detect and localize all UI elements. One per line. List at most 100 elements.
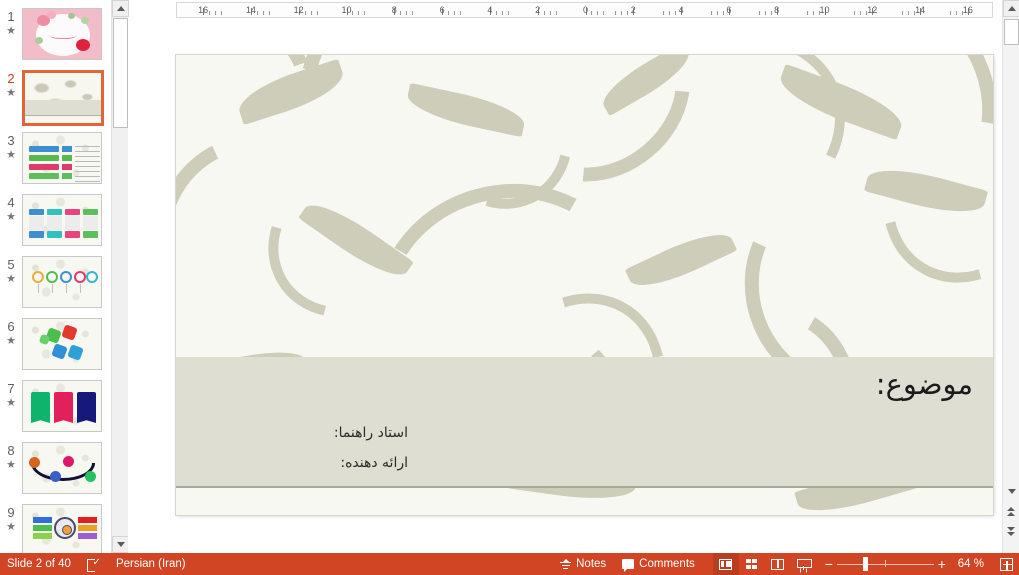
ruler-label: 16 xyxy=(962,5,973,15)
ruler-tick-minor xyxy=(764,11,766,15)
ruler-label: 16 xyxy=(198,5,209,15)
slide-thumbnail-5[interactable]: 5 ★ xyxy=(0,256,111,318)
thumb-frame-1[interactable] xyxy=(22,8,102,60)
next-slide-button[interactable] xyxy=(1003,523,1019,540)
reading-view-button[interactable] xyxy=(765,553,791,575)
slide-thumbnail-6[interactable]: 6 ★ xyxy=(0,318,111,380)
ruler-label: 14 xyxy=(245,5,256,15)
slide-scroll-down-button[interactable] xyxy=(1003,483,1019,500)
ruler-label: 10 xyxy=(819,5,830,15)
ruler-tick-minor xyxy=(507,11,509,15)
scroll-up-arrow-icon xyxy=(1007,6,1016,11)
ruler-tick-minor xyxy=(316,11,318,15)
thumb-art-8 xyxy=(23,443,101,493)
thumb-art-4 xyxy=(23,195,101,245)
slide-show-button[interactable] xyxy=(791,553,817,575)
thumb-art-9 xyxy=(23,505,101,553)
spelling-check-button[interactable] xyxy=(79,553,108,575)
slide-editing-area[interactable]: موضوع: استاد راهنما: ارائه دهنده: xyxy=(128,20,995,553)
thumb-number-7: 7 xyxy=(7,381,15,396)
slide-sorter-view-button[interactable] xyxy=(739,553,765,575)
thumb-number-1: 1 xyxy=(7,9,15,24)
ruler-tick-minor xyxy=(400,11,402,15)
slide-scroll-up-button[interactable] xyxy=(1003,0,1019,17)
thumb-meta-5: 5 ★ xyxy=(0,256,22,318)
slide-thumbnail-pane[interactable]: 1 ★ 2 ★ 3 ★ 4 ★ 5 ★ 6 ★ 7 ★ 8 ★ 9 ★ xyxy=(0,0,111,553)
comment-bubble-icon xyxy=(622,559,635,572)
previous-slide-button[interactable] xyxy=(1003,503,1019,520)
ruler-tick-minor xyxy=(818,11,820,15)
thumb-frame-5[interactable] xyxy=(22,256,102,308)
thumb-frame-7[interactable] xyxy=(22,380,102,432)
ruler-tick-minor xyxy=(758,11,760,15)
slide-thumbnail-2[interactable]: 2 ★ xyxy=(0,70,111,132)
language-indicator[interactable]: Persian (Iran) xyxy=(108,553,194,575)
slide-thumbnail-8[interactable]: 8 ★ xyxy=(0,442,111,504)
thumb-meta-9: 9 ★ xyxy=(0,504,22,553)
slide-scrollbar-thumb[interactable] xyxy=(1004,19,1019,45)
thumb-star-icon-1: ★ xyxy=(6,25,16,37)
ruler-label: 12 xyxy=(867,5,878,15)
spelling-check-icon xyxy=(86,557,101,572)
thumb-frame-3[interactable] xyxy=(22,132,102,184)
thumb-frame-4[interactable] xyxy=(22,194,102,246)
zoom-out-button[interactable]: − xyxy=(821,557,837,571)
thumb-frame-9[interactable] xyxy=(22,504,102,553)
ruler-tick-minor xyxy=(364,11,366,15)
slide-thumbnail-1[interactable]: 1 ★ xyxy=(0,8,111,70)
thumbnail-scroll-down-button[interactable] xyxy=(112,536,129,553)
thumb-art-2 xyxy=(25,73,101,123)
ruler-tick-minor xyxy=(352,11,354,15)
slide-thumbnail-7[interactable]: 7 ★ xyxy=(0,380,111,442)
ruler-tick-minor xyxy=(495,11,497,15)
notes-button[interactable]: Notes xyxy=(552,553,614,575)
supervisor-line[interactable]: استاد راهنما: xyxy=(334,425,408,441)
thumb-art-1 xyxy=(23,9,101,59)
thumb-meta-7: 7 ★ xyxy=(0,380,22,442)
zoom-in-button[interactable]: + xyxy=(934,557,950,571)
thumb-star-icon-3: ★ xyxy=(6,149,16,161)
slide-indicator-label: Slide 2 of 40 xyxy=(7,558,71,570)
language-label: Persian (Iran) xyxy=(115,558,186,570)
thumbnail-pane-scrollbar[interactable] xyxy=(111,0,129,553)
slide-thumbnail-4[interactable]: 4 ★ xyxy=(0,194,111,256)
thumb-number-3: 3 xyxy=(7,133,15,148)
zoom-percentage[interactable]: 64 % xyxy=(950,558,992,570)
thumb-star-icon-5: ★ xyxy=(6,273,16,285)
thumb-number-5: 5 xyxy=(7,257,15,272)
thumb-frame-6[interactable] xyxy=(22,318,102,370)
thumb-frame-8[interactable] xyxy=(22,442,102,494)
zoom-slider[interactable] xyxy=(836,553,934,575)
fit-to-window-icon xyxy=(1000,557,1013,571)
ruler-tick-minor xyxy=(448,11,450,15)
presenter-line[interactable]: ارائه دهنده: xyxy=(340,455,408,471)
thumb-number-8: 8 xyxy=(7,443,15,458)
ruler-label: 6 xyxy=(439,5,445,15)
slide-thumbnail-3[interactable]: 3 ★ xyxy=(0,132,111,194)
scroll-down-arrow-icon xyxy=(1007,489,1016,494)
ruler-tick-minor xyxy=(908,11,910,15)
zoom-slider-thumb[interactable] xyxy=(862,557,868,571)
thumbnail-scroll-up-button[interactable] xyxy=(112,0,129,17)
scroll-down-arrow-icon xyxy=(116,542,125,547)
horizontal-ruler[interactable]: 16 14 12 10 8 6 4 2 0 2 4 6 8 10 12 14 16 xyxy=(176,2,993,18)
slide-pane-scrollbar[interactable] xyxy=(1002,0,1019,553)
slide-thumbnail-9[interactable]: 9 ★ xyxy=(0,504,111,553)
slide-title-placeholder[interactable]: موضوع: xyxy=(876,367,973,401)
ruler-tick-minor xyxy=(955,11,957,15)
ruler-tick-minor xyxy=(256,11,258,15)
thumb-meta-8: 8 ★ xyxy=(0,442,22,504)
normal-view-button[interactable] xyxy=(712,553,739,575)
comments-button[interactable]: Comments xyxy=(614,553,703,575)
zoom-control[interactable]: − + xyxy=(821,553,950,575)
current-slide[interactable]: موضوع: استاد راهنما: ارائه دهنده: xyxy=(176,55,993,515)
notes-icon xyxy=(560,558,572,570)
ruler-tick-minor xyxy=(603,11,605,15)
ruler-tick-minor xyxy=(949,11,951,15)
next-slide-double-arrow-icon xyxy=(1007,527,1016,536)
slide-indicator[interactable]: Slide 2 of 40 xyxy=(0,553,79,575)
ruler-tick-minor xyxy=(406,11,408,15)
fit-to-window-button[interactable] xyxy=(992,553,1019,575)
thumbnail-scrollbar-thumb[interactable] xyxy=(113,18,128,128)
thumb-frame-2[interactable] xyxy=(22,70,104,126)
